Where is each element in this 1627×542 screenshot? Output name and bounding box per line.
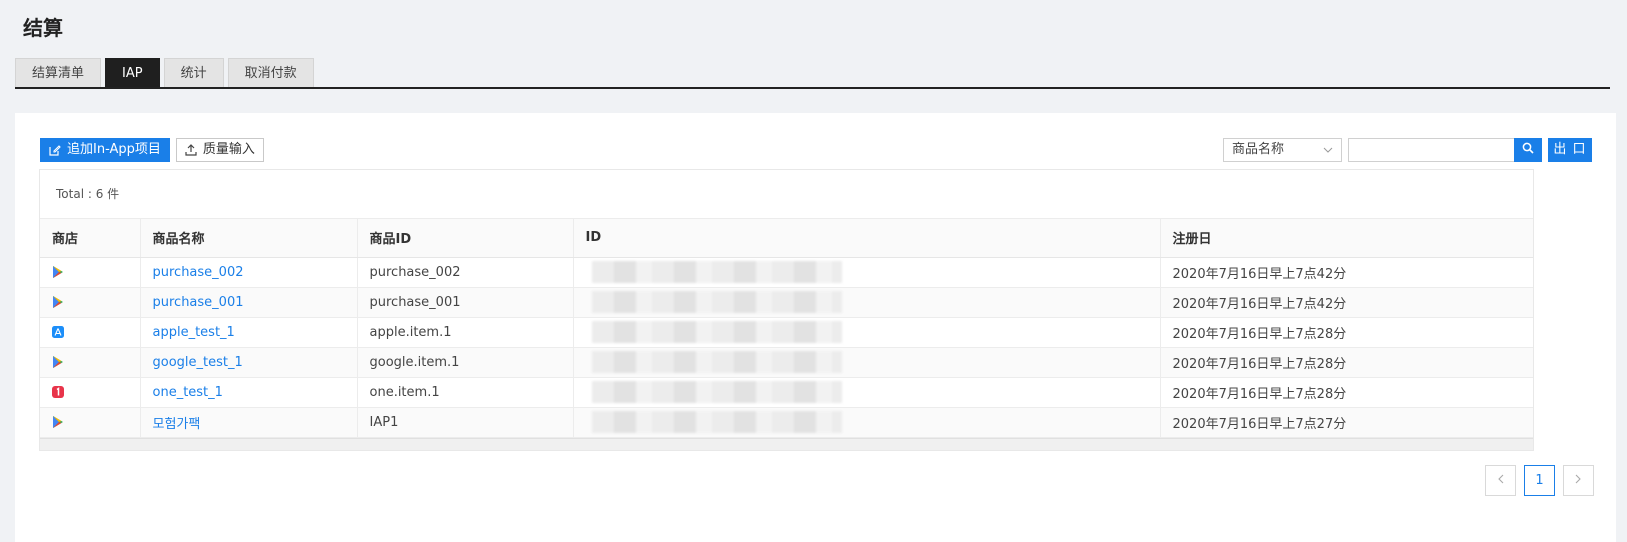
redacted-id xyxy=(591,261,842,283)
table-row: one_test_1 one.item.1 2020年7月16日早上7点28分 xyxy=(40,377,1533,408)
product-name-link[interactable]: google_test_1 xyxy=(153,355,243,370)
product-id-cell: google.item.1 xyxy=(357,347,574,378)
registered-date-cell: 2020年7月16日早上7点42分 xyxy=(1160,257,1533,288)
google-play-icon xyxy=(52,356,64,368)
search-icon xyxy=(1522,142,1534,158)
redacted-id xyxy=(591,381,842,403)
bulk-import-label: 质量输入 xyxy=(202,142,255,157)
column-header-id[interactable]: ID xyxy=(573,219,1161,258)
table-row: purchase_001 purchase_001 2020年7月16日早上7点… xyxy=(40,287,1533,318)
column-header-registered-date[interactable]: 注册日 xyxy=(1160,219,1533,258)
app-store-icon xyxy=(52,326,64,338)
content-card: 追加In-App项目 质量输入 商品名称 出 口 Total : 6 件 商店 … xyxy=(15,113,1616,542)
google-play-icon xyxy=(52,416,64,428)
product-id-cell: apple.item.1 xyxy=(357,317,574,348)
redacted-id xyxy=(591,291,842,313)
chevron-down-icon xyxy=(1323,139,1333,161)
next-page-button[interactable] xyxy=(1563,465,1594,496)
add-in-app-item-button[interactable]: 追加In-App项目 xyxy=(40,138,170,162)
upload-icon xyxy=(185,144,197,156)
registered-date-cell: 2020年7月16日早上7点42分 xyxy=(1160,287,1533,318)
registered-date-cell: 2020年7月16日早上7点28分 xyxy=(1160,347,1533,378)
tab-settlement-list[interactable]: 结算清单 xyxy=(15,58,102,87)
product-id-cell: purchase_002 xyxy=(357,257,574,288)
iap-table: Total : 6 件 商店 商品名称 商品ID ID 注册日 purchase… xyxy=(39,169,1534,451)
product-name-link[interactable]: one_test_1 xyxy=(153,385,223,400)
horizontal-scrollbar[interactable] xyxy=(40,437,1533,450)
product-name-link[interactable]: purchase_002 xyxy=(153,265,244,280)
column-header-product-id[interactable]: 商品ID xyxy=(357,219,574,258)
table-row: purchase_002 purchase_002 2020年7月16日早上7点… xyxy=(40,257,1533,288)
search-input[interactable] xyxy=(1348,138,1514,162)
registered-date-cell: 2020年7月16日早上7点28分 xyxy=(1160,377,1533,408)
tab-statistics[interactable]: 统计 xyxy=(163,58,224,87)
pagination: 1 xyxy=(1485,465,1594,496)
table-row: google_test_1 google.item.1 2020年7月16日早上… xyxy=(40,347,1533,378)
page-number-button[interactable]: 1 xyxy=(1524,465,1555,496)
google-play-icon xyxy=(52,296,64,308)
table-row: 모험가팩 IAP1 2020年7月16日早上7点27分 xyxy=(40,407,1533,438)
product-name-link[interactable]: apple_test_1 xyxy=(153,325,235,340)
product-id-cell: purchase_001 xyxy=(357,287,574,318)
redacted-id xyxy=(591,351,842,373)
chevron-right-icon xyxy=(1575,473,1582,488)
total-count: Total : 6 件 xyxy=(40,170,1533,219)
tab-iap[interactable]: IAP xyxy=(105,58,160,87)
product-name-link[interactable]: purchase_001 xyxy=(153,295,244,310)
registered-date-cell: 2020年7月16日早上7点27分 xyxy=(1160,407,1533,438)
product-id-cell: IAP1 xyxy=(357,407,574,438)
tab-bar: 结算清单 IAP 统计 取消付款 xyxy=(15,58,1610,89)
add-in-app-item-label: 追加In-App项目 xyxy=(67,142,161,157)
bulk-import-button[interactable]: 质量输入 xyxy=(175,138,264,162)
page-title: 结算 xyxy=(23,16,63,40)
column-header-product-name[interactable]: 商品名称 xyxy=(140,219,358,258)
search-field-select[interactable]: 商品名称 xyxy=(1223,138,1342,162)
table-row: apple_test_1 apple.item.1 2020年7月16日早上7点… xyxy=(40,317,1533,348)
prev-page-button[interactable] xyxy=(1485,465,1516,496)
one-store-icon xyxy=(52,386,64,398)
product-id-cell: one.item.1 xyxy=(357,377,574,408)
redacted-id xyxy=(591,321,842,343)
edit-icon xyxy=(49,144,61,156)
search-button[interactable] xyxy=(1514,138,1542,162)
registered-date-cell: 2020年7月16日早上7点28分 xyxy=(1160,317,1533,348)
search-field-selected: 商品名称 xyxy=(1232,142,1285,157)
chevron-left-icon xyxy=(1497,473,1504,488)
export-button[interactable]: 出 口 xyxy=(1548,138,1592,162)
column-header-store[interactable]: 商店 xyxy=(40,219,141,258)
product-name-link[interactable]: 모험가팩 xyxy=(153,417,201,432)
redacted-id xyxy=(591,411,842,433)
tab-cancel-payment[interactable]: 取消付款 xyxy=(227,58,314,87)
google-play-icon xyxy=(52,266,64,278)
